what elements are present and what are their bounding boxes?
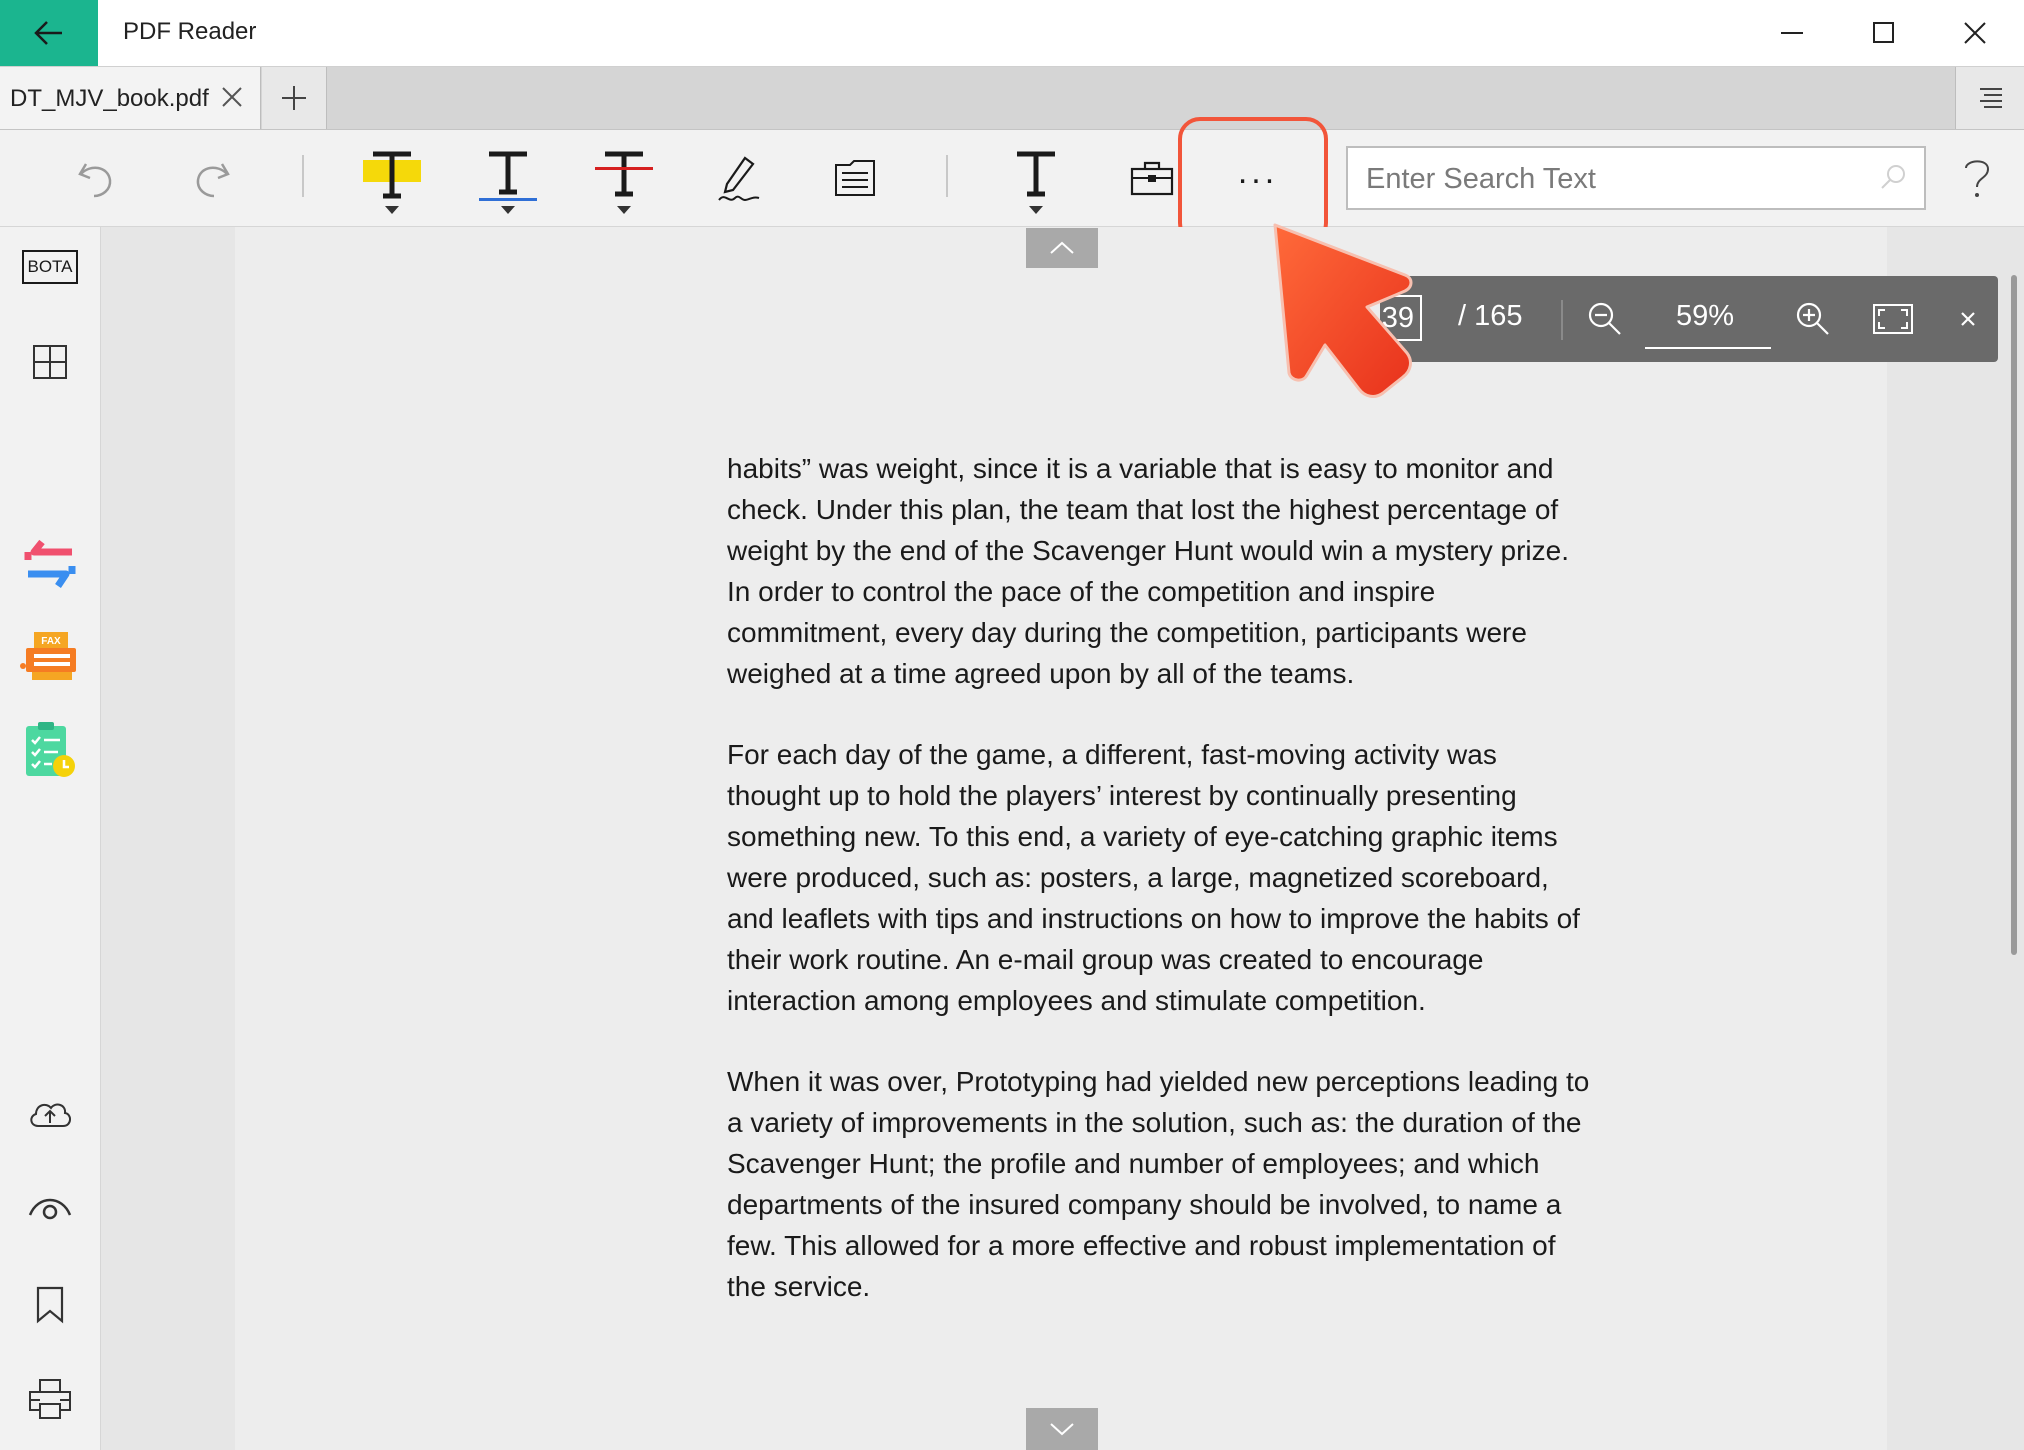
document-tab[interactable]: DT_MJV_book.pdf xyxy=(0,67,261,129)
cursor-arrow-icon xyxy=(1273,223,1413,398)
highlight-tool-button[interactable] xyxy=(356,130,428,226)
tab-close-icon xyxy=(222,87,242,107)
fax-button[interactable]: FAX xyxy=(0,617,100,697)
chevron-up-icon xyxy=(1050,241,1074,254)
text-box-tool-button[interactable] xyxy=(1000,130,1072,226)
cloud-upload-icon xyxy=(30,1103,71,1127)
toolbar-separator xyxy=(302,155,304,197)
eye-icon xyxy=(28,1198,72,1220)
tab-filename: DT_MJV_book.pdf xyxy=(10,85,209,112)
page-total: / 165 xyxy=(1458,300,1523,332)
bota-label: BOTA xyxy=(27,257,73,276)
print-icon xyxy=(29,1379,71,1419)
back-button[interactable] xyxy=(0,0,98,66)
page-up-button[interactable] xyxy=(1026,228,1098,268)
search-icon xyxy=(1881,165,1905,189)
document-paragraph: When it was over, Prototyping had yielde… xyxy=(727,1066,1590,1302)
strikethrough-text-icon xyxy=(595,151,653,214)
maximize-icon xyxy=(1873,22,1894,43)
document-paragraph: habits” was weight, since it is a variab… xyxy=(727,453,1569,689)
toolbar-separator xyxy=(946,155,948,197)
undo-button[interactable] xyxy=(66,130,126,226)
vertical-scrollbar[interactable] xyxy=(2011,275,2017,955)
underline-text-icon xyxy=(479,151,537,214)
zoom-out-button[interactable] xyxy=(1580,294,1630,344)
minimize-button[interactable] xyxy=(1747,0,1837,66)
note-tool-button[interactable] xyxy=(822,130,888,226)
maximize-button[interactable] xyxy=(1839,0,1929,66)
thumbnails-button[interactable] xyxy=(0,322,100,402)
search-input[interactable] xyxy=(1364,148,1888,210)
chevron-down-icon xyxy=(1050,1423,1074,1436)
close-icon xyxy=(1961,312,1975,326)
tab-list-button[interactable] xyxy=(1955,67,2024,129)
minimize-icon xyxy=(1781,32,1803,34)
view-mode-button[interactable] xyxy=(0,1167,100,1247)
close-window-button[interactable] xyxy=(1930,0,2020,66)
plus-icon xyxy=(282,86,306,110)
page-navigation-bar: / 165 59% xyxy=(1350,276,1998,362)
back-arrow-icon xyxy=(34,21,62,45)
cloud-button[interactable] xyxy=(0,1073,100,1153)
fullscreen-button[interactable] xyxy=(1868,294,1918,344)
zoom-out-icon xyxy=(1588,302,1621,335)
app-title: PDF Reader xyxy=(123,18,257,45)
print-button[interactable] xyxy=(0,1359,100,1439)
redo-button[interactable] xyxy=(182,130,242,226)
fax-icon: FAX xyxy=(20,632,76,680)
close-icon xyxy=(1964,22,1986,44)
tab-close-button[interactable] xyxy=(218,83,246,111)
tab-list-icon xyxy=(1979,88,2002,108)
left-sidebar: BOTA FAX xyxy=(0,227,101,1450)
highlight-text-icon xyxy=(363,151,421,214)
underline-tool-button[interactable] xyxy=(472,130,544,226)
toolbox-icon xyxy=(1130,161,1174,196)
nav-separator xyxy=(1561,300,1563,340)
bookmark-icon xyxy=(36,1286,64,1324)
new-tab-button[interactable] xyxy=(262,67,327,129)
task-checklist-icon xyxy=(26,722,75,777)
search-box[interactable] xyxy=(1346,146,1926,210)
zoom-in-icon xyxy=(1796,302,1829,335)
fax-label: FAX xyxy=(41,636,61,647)
help-icon xyxy=(1965,160,1990,197)
convert-icon xyxy=(24,539,76,588)
page-down-button[interactable] xyxy=(1026,1408,1098,1450)
tab-bar: DT_MJV_book.pdf xyxy=(0,67,2024,130)
zoom-in-button[interactable] xyxy=(1788,294,1838,344)
help-button[interactable] xyxy=(1952,146,2002,210)
fullscreen-icon xyxy=(1873,304,1913,334)
bota-icon: BOTA xyxy=(22,250,78,284)
text-box-icon xyxy=(1017,151,1055,214)
convert-button[interactable] xyxy=(0,524,100,604)
thumbnails-grid-icon xyxy=(33,345,67,379)
tasks-button[interactable] xyxy=(0,710,100,790)
signature-pen-icon xyxy=(718,156,760,202)
zoom-underline xyxy=(1645,347,1771,349)
undo-icon xyxy=(78,163,112,198)
title-bar: PDF Reader xyxy=(0,0,2024,67)
document-paragraph: For each day of the game, a different, f… xyxy=(727,739,1580,1016)
toolbox-button[interactable] xyxy=(1120,130,1184,226)
redo-icon xyxy=(196,163,230,198)
bota-button[interactable]: BOTA xyxy=(0,227,100,307)
zoom-level[interactable]: 59% xyxy=(1645,300,1765,333)
note-icon xyxy=(835,160,875,196)
bookmark-button[interactable] xyxy=(0,1265,100,1345)
close-page-bar-button[interactable] xyxy=(1948,294,1988,344)
signature-tool-button[interactable] xyxy=(706,130,772,226)
strikethrough-tool-button[interactable] xyxy=(588,130,660,226)
search-button[interactable] xyxy=(1878,162,1908,197)
